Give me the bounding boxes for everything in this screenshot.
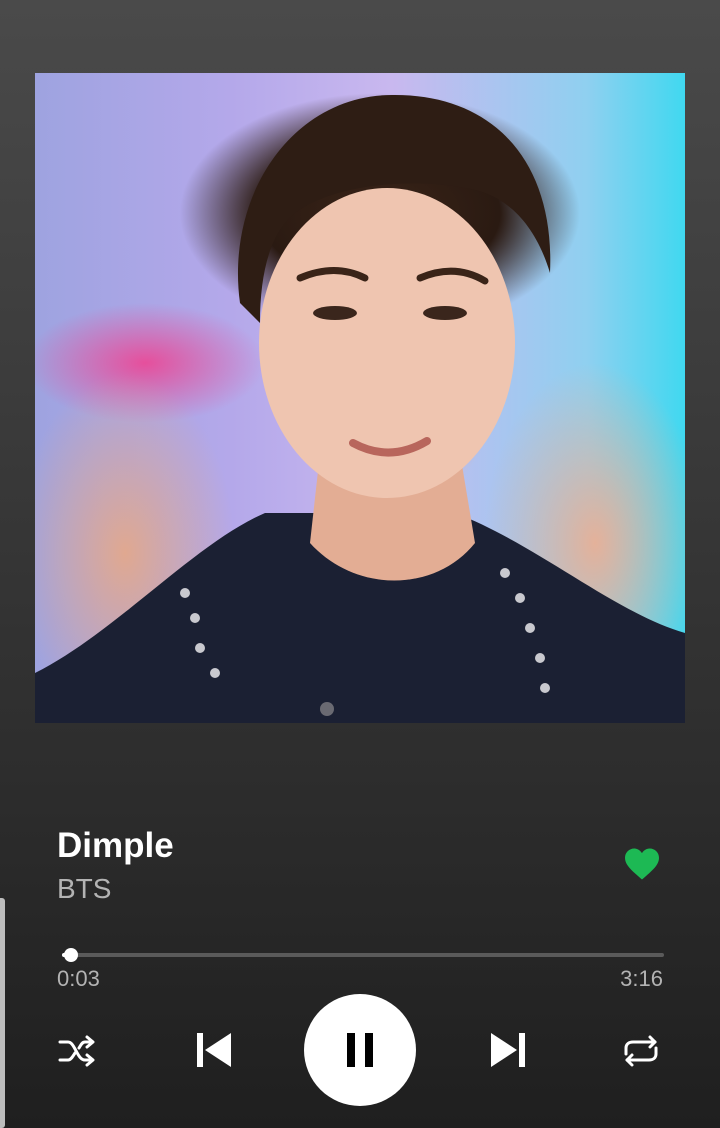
track-title[interactable]: Dimple: [57, 826, 174, 866]
repeat-button[interactable]: [618, 1028, 664, 1074]
previous-button[interactable]: [188, 1024, 240, 1076]
repeat-icon: [624, 1035, 658, 1067]
skip-previous-icon: [197, 1033, 231, 1067]
heart-icon: [625, 848, 659, 880]
album-art-photo: [35, 94, 685, 723]
next-button[interactable]: [482, 1024, 534, 1076]
progress-knob[interactable]: [64, 948, 79, 962]
elapsed-time: 0:03: [57, 966, 100, 991]
scroll-indicator[interactable]: [0, 898, 5, 1128]
pause-icon: [347, 1033, 373, 1067]
skip-next-icon: [491, 1033, 525, 1067]
shuffle-icon: [58, 1035, 95, 1067]
shuffle-button[interactable]: [54, 1028, 100, 1074]
total-duration: 3:16: [620, 966, 663, 991]
play-pause-button[interactable]: [304, 994, 416, 1106]
progress-bar[interactable]: [62, 948, 664, 962]
like-button[interactable]: [620, 842, 664, 886]
album-art: [35, 73, 685, 723]
track-artist[interactable]: BTS: [57, 873, 111, 905]
